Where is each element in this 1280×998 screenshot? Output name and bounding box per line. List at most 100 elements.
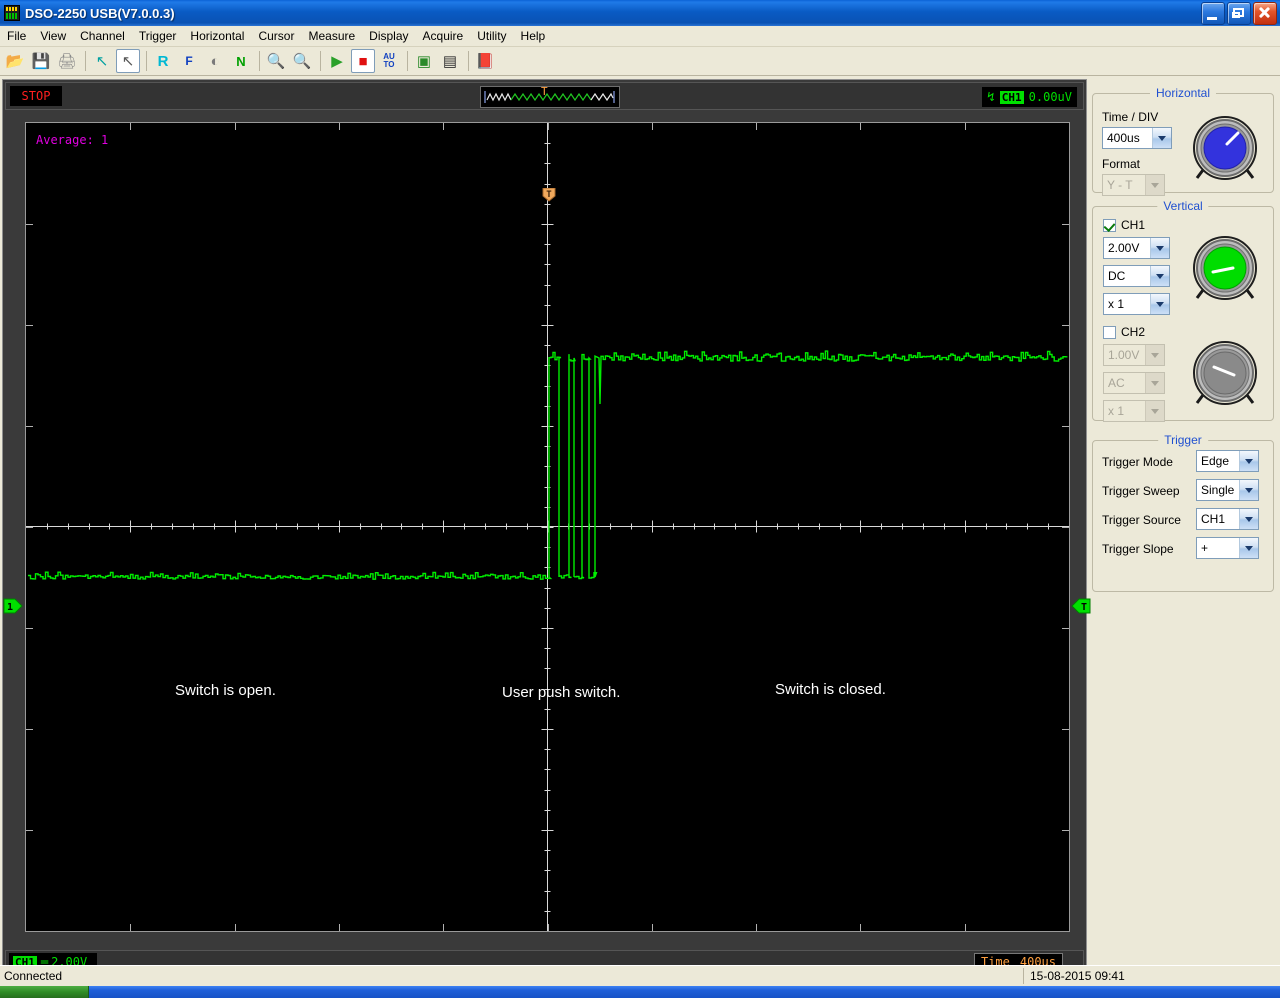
ch2-coupling-select[interactable]: AC [1103, 372, 1165, 394]
trigger-marker-icon: T [1071, 598, 1091, 614]
menu-item-cursor[interactable]: Cursor [251, 27, 301, 45]
ch1-volts-div-value: 2.00V [1104, 241, 1150, 255]
measure-cursor-icon[interactable]: ↖ [90, 49, 114, 73]
menu-item-display[interactable]: Display [362, 27, 415, 45]
chevron-down-icon [1239, 538, 1258, 558]
ch1-volts-div-select[interactable]: 2.00V [1103, 237, 1170, 259]
menu-item-file[interactable]: File [0, 27, 33, 45]
start-button[interactable] [0, 986, 89, 998]
ground-marker-icon: 1 [3, 598, 23, 614]
print-icon[interactable]: 🖨 [55, 49, 79, 73]
ch2-position-knob[interactable] [1189, 337, 1261, 409]
ch1-position-knob[interactable] [1189, 232, 1261, 304]
waveform-grid-svg [26, 123, 1069, 931]
ch1-enable-checkbox[interactable]: CH1 [1103, 218, 1145, 232]
open-file-icon[interactable]: 📂 [3, 49, 27, 73]
chevron-down-icon [1152, 128, 1171, 148]
ch2-probe-select[interactable]: x 1 [1103, 400, 1165, 422]
menu-bar: File View Channel Trigger Horizontal Cursor Me… [0, 26, 1280, 47]
save-file-icon-glyph: 💾 [32, 54, 51, 69]
pointer-select-icon[interactable]: ↖ [116, 49, 140, 73]
fit-screen-icon[interactable]: ▣ [412, 49, 436, 73]
auto-set-icon[interactable]: AU TO [377, 49, 401, 73]
run-icon[interactable]: ▶ [325, 49, 349, 73]
stop-icon-glyph: ■ [358, 54, 367, 69]
menu-item-utility[interactable]: Utility [470, 27, 513, 45]
vertical-group-title: Vertical [1157, 199, 1208, 213]
ch2-label: CH2 [1121, 325, 1145, 339]
chevron-down-icon [1145, 373, 1164, 393]
zoom-in-icon[interactable]: 🔍 [290, 49, 314, 73]
ch1-knob-icon [1189, 232, 1261, 304]
menu-item-help[interactable]: Help [514, 27, 553, 45]
trigger-mode-select[interactable]: Edge [1196, 450, 1259, 472]
save-file-icon[interactable]: 💾 [29, 49, 53, 73]
format-select[interactable]: Y - T [1102, 174, 1165, 196]
chevron-down-icon [1150, 238, 1169, 258]
format-label: Format [1102, 157, 1140, 171]
ch2-volts-div-select[interactable]: 1.00V [1103, 344, 1165, 366]
fft-icon-glyph: F [185, 55, 192, 67]
trigger-slope-select[interactable]: + [1196, 537, 1259, 559]
window-layout-icon[interactable]: ▤ [438, 49, 462, 73]
ch1-label: CH1 [1121, 218, 1145, 232]
chevron-down-icon [1145, 345, 1164, 365]
connection-status: Connected [0, 969, 1023, 983]
waveform-annotation: Switch is open. [175, 682, 276, 699]
trigger-sweep-select[interactable]: Single [1196, 479, 1259, 501]
print-icon-glyph: 🖨 [57, 54, 76, 69]
trigger-position-pointer[interactable]: T [542, 188, 556, 202]
fft-icon[interactable]: F [177, 49, 201, 73]
horizontal-position-knob[interactable] [1189, 112, 1261, 184]
xy-waveform-icon[interactable]: N [229, 49, 253, 73]
datetime-display: 15-08-2015 09:41 [1023, 968, 1280, 984]
horizontal-group: Horizontal Time / DIV 400us Format Y - T [1092, 93, 1274, 193]
separator-6 [468, 51, 469, 71]
ch1-coupling-value: DC [1104, 269, 1150, 283]
separator-5 [407, 51, 408, 71]
menu-item-acquire[interactable]: Acquire [416, 27, 471, 45]
checkbox-unchecked-icon [1103, 326, 1116, 339]
trigger-marker-label: T [1081, 602, 1087, 613]
trigger-mode-label: Trigger Mode [1102, 455, 1173, 469]
close-button[interactable] [1253, 2, 1277, 25]
trigger-sweep-label: Trigger Sweep [1102, 484, 1180, 498]
stop-icon[interactable]: ■ [351, 49, 375, 73]
chevron-down-icon [1239, 451, 1258, 471]
zoom-out-icon[interactable]: 🔍 [264, 49, 288, 73]
window-layout-icon-glyph: ▤ [443, 54, 457, 69]
menu-item-view[interactable]: View [33, 27, 73, 45]
trigger-source-select[interactable]: CH1 [1196, 508, 1259, 530]
window-controls [1201, 2, 1277, 25]
ch2-coupling-value: AC [1104, 376, 1145, 390]
time-div-select[interactable]: 400us [1102, 127, 1172, 149]
auto-set-icon-glyph: AU TO [383, 53, 395, 69]
menu-item-trigger[interactable]: Trigger [132, 27, 184, 45]
menu-item-measure[interactable]: Measure [301, 27, 362, 45]
overview-trigger-t-label: T [541, 86, 548, 98]
filmstrip-record-icon[interactable]: ◐ [203, 49, 227, 73]
measure-cursor-icon-glyph: ↖ [96, 54, 109, 69]
menu-item-horizontal[interactable]: Horizontal [183, 27, 251, 45]
ch2-enable-checkbox[interactable]: CH2 [1103, 325, 1145, 339]
menu-item-channel[interactable]: Channel [73, 27, 132, 45]
run-state-badge[interactable]: STOP [10, 86, 62, 106]
ch1-probe-select[interactable]: x 1 [1103, 293, 1170, 315]
trigger-readout: ↯ CH1 0.00uV [982, 87, 1077, 107]
vertical-group: Vertical CH1 2.00V DC x 1 CH2 1.00V AC x… [1092, 206, 1274, 421]
waveform-overview-preview[interactable]: T [480, 86, 620, 108]
ch1-ground-marker[interactable]: 1 [3, 598, 23, 617]
help-book-icon-glyph: 📕 [476, 54, 495, 69]
trigger-level-marker[interactable]: T [1071, 598, 1091, 617]
chevron-down-icon [1145, 175, 1164, 195]
time-div-value: 400us [1103, 131, 1152, 145]
help-book-icon[interactable]: 📕 [473, 49, 497, 73]
waveform-plot-area[interactable]: Average: 1 Switch is open. User push swit… [25, 122, 1070, 932]
ch1-coupling-select[interactable]: DC [1103, 265, 1170, 287]
restore-button[interactable] [1227, 2, 1251, 25]
reference-waveform-icon[interactable]: R [151, 49, 175, 73]
trigger-pointer-icon: T [542, 188, 556, 202]
minimize-button[interactable] [1201, 2, 1225, 25]
chevron-down-icon [1239, 509, 1258, 529]
control-panel: Horizontal Time / DIV 400us Format Y - T [1090, 79, 1278, 959]
